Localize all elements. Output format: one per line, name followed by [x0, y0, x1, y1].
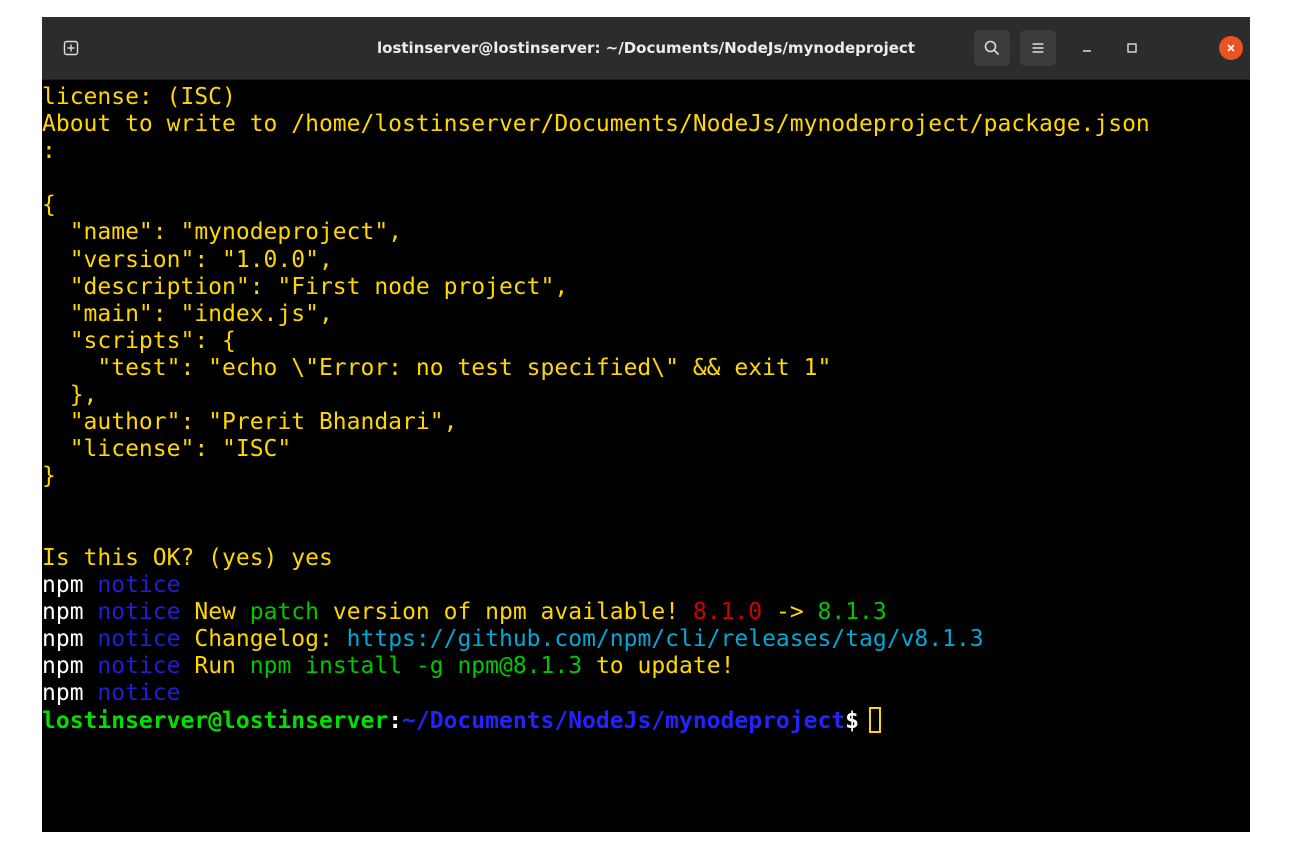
terminal-line: Is this OK? (yes) yes — [42, 544, 333, 571]
terminal-line: }, — [42, 382, 98, 409]
search-icon — [984, 40, 1000, 56]
window-title: lostinserver@lostinserver: ~/Documents/N… — [377, 39, 915, 57]
prompt-dollar: $ — [845, 708, 860, 735]
title-bar: lostinserver@lostinserver: ~/Documents/N… — [42, 17, 1250, 80]
terminal-line: "author": "Prerit Bhandari", — [42, 409, 458, 436]
npm-label: npm — [42, 625, 84, 652]
terminal-line: "test": "echo \"Error: no test specified… — [42, 354, 832, 381]
shell-prompt[interactable]: lostinserver@lostinserver:~/Documents/No… — [42, 707, 1250, 734]
old-version: 8.1.0 — [692, 598, 763, 625]
terminal-line: license: (ISC) — [42, 84, 236, 110]
npm-notice-line: npm notice New patch version of npm avai… — [42, 599, 1250, 626]
notice-text: version of npm available! — [319, 598, 693, 625]
terminal-line: "version": "1.0.0", — [42, 246, 333, 273]
new-version: 8.1.3 — [817, 598, 887, 625]
npm-label: npm — [42, 598, 84, 625]
text-cursor — [869, 707, 882, 734]
prompt-path: ~/Documents/NodeJs/mynodeproject — [402, 708, 846, 735]
terminal-line: "description": "First node project", — [42, 273, 569, 300]
terminal-line: "main": "index.js", — [42, 300, 333, 327]
minimize-button[interactable] — [1075, 36, 1099, 60]
hamburger-menu-icon — [1032, 43, 1044, 53]
terminal-line: "scripts": { — [42, 327, 236, 354]
terminal-line: About to write to /home/lostinserver/Doc… — [42, 111, 1150, 138]
terminal-window: lostinserver@lostinserver: ~/Documents/N… — [42, 17, 1250, 832]
notice-label: notice — [97, 625, 181, 652]
notice-text: Changelog: — [180, 625, 347, 652]
npm-label: npm — [42, 652, 84, 679]
terminal-line: } — [42, 463, 56, 490]
prompt-user-host: lostinserver@lostinserver — [42, 708, 389, 735]
notice-label: notice — [97, 598, 181, 625]
terminal-line: { — [42, 192, 56, 219]
maximize-button[interactable] — [1120, 36, 1144, 60]
maximize-icon — [1127, 43, 1137, 53]
terminal-line: "name": "mynodeproject", — [42, 219, 403, 246]
minimize-icon — [1083, 50, 1091, 52]
patch-text: patch — [249, 598, 319, 625]
menu-button[interactable] — [1020, 30, 1056, 66]
terminal-output[interactable]: license: (ISC) About to write to /home/l… — [42, 79, 1250, 832]
notice-label: notice — [97, 571, 181, 598]
install-command: npm install -g npm@8.1.3 — [249, 652, 583, 679]
notice-label: notice — [97, 652, 181, 679]
npm-notice-line: npm notice Changelog: https://github.com… — [42, 626, 1250, 653]
search-button[interactable] — [974, 30, 1010, 66]
close-icon — [1227, 44, 1235, 52]
notice-text: New — [180, 598, 250, 625]
prompt-colon: : — [388, 708, 403, 735]
version-arrow: -> — [762, 598, 818, 625]
notice-label: notice — [97, 680, 181, 707]
terminal-line: "license": "ISC" — [42, 436, 292, 463]
terminal-line: : — [42, 138, 56, 165]
npm-label: npm — [42, 571, 84, 598]
npm-notice-line: npm notice — [42, 572, 1250, 599]
notice-text: to update! — [582, 652, 735, 679]
npm-notice-line: npm notice Run npm install -g npm@8.1.3 … — [42, 653, 1250, 680]
npm-label: npm — [42, 680, 84, 707]
notice-text: Run — [180, 652, 250, 679]
changelog-link[interactable]: https://github.com/npm/cli/releases/tag/… — [347, 626, 984, 652]
npm-notice-line: npm notice — [42, 680, 1250, 707]
close-button[interactable] — [1219, 36, 1243, 60]
